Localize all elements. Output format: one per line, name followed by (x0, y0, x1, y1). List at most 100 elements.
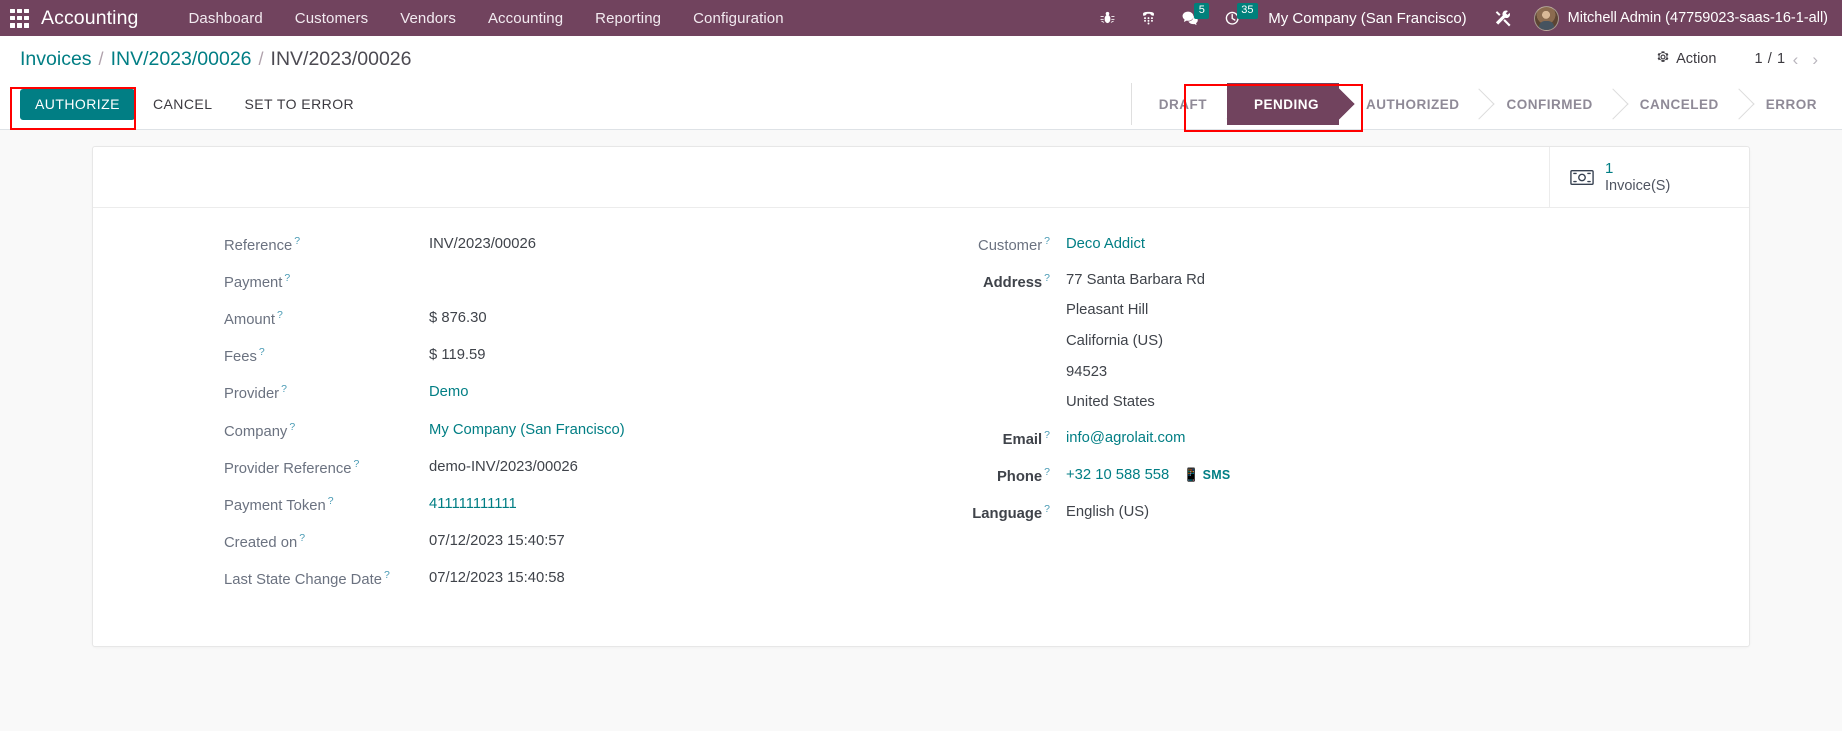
stage-authorized[interactable]: Authorized (1339, 83, 1480, 125)
help-icon[interactable]: ? (328, 495, 334, 507)
stage-canceled[interactable]: Canceled (1613, 83, 1739, 125)
stage-pending[interactable]: Pending (1215, 83, 1339, 125)
action-button-label: Action (1676, 51, 1717, 67)
apps-grid-icon[interactable] (10, 8, 29, 28)
field-label-email: Email? (1002, 428, 1050, 448)
field-label-language: Language? (972, 502, 1050, 522)
company-switcher[interactable]: My Company (San Francisco) (1254, 10, 1480, 27)
control-panel-right: Action 1 / 1 ‹ › (1646, 46, 1825, 72)
form-fields-grid: Reference? INV/2023/00026 Payment? Amoun… (93, 208, 1749, 647)
mobile-phone-icon: 📱 (1183, 466, 1200, 482)
menu-item-customers[interactable]: Customers (279, 4, 384, 33)
breadcrumb-separator: / (258, 48, 264, 69)
field-value-company[interactable]: My Company (San Francisco) (429, 420, 881, 440)
menu-item-vendors[interactable]: Vendors (384, 4, 472, 33)
field-label-payment-token: Payment Token? (224, 494, 334, 514)
field-created-on: Created on? 07/12/2023 15:40:57 (224, 531, 881, 553)
address-state: California (US) (1066, 333, 1164, 350)
field-value-address: 77 Santa Barbara Rd Pleasant Hill Califo… (1066, 271, 1709, 413)
field-payment: Payment? (224, 271, 881, 293)
form-view-background: 1 Invoice(S) Reference? INV/2023/00026 P… (0, 130, 1842, 731)
help-icon[interactable]: ? (384, 569, 390, 581)
help-icon[interactable]: ? (294, 235, 300, 247)
action-button[interactable]: Action (1646, 46, 1726, 72)
menu-item-dashboard[interactable]: Dashboard (172, 4, 278, 33)
field-value-provider[interactable]: Demo (429, 382, 881, 402)
app-brand-accounting[interactable]: Accounting (41, 7, 138, 30)
field-value-payment[interactable] (429, 271, 881, 289)
field-label-created-on: Created on? (224, 532, 306, 551)
send-sms-link[interactable]: 📱 SMS (1183, 467, 1230, 483)
messages-icon[interactable]: 5 (1169, 0, 1212, 36)
field-label-last-state-change-date: Last State Change Date? (224, 569, 390, 589)
clock-activities-icon[interactable]: 35 (1212, 0, 1258, 36)
field-value-phone-wrapper: +32 10 588 558 📱 SMS (1066, 465, 1709, 485)
field-provider-reference: Provider Reference? demo-INV/2023/00026 (224, 457, 881, 479)
address-zip: 94523 (1066, 363, 1108, 380)
user-menu[interactable]: Mitchell Admin (47759023-saas-16-1-all) (1526, 5, 1828, 31)
field-value-customer[interactable]: Deco Addict (1066, 234, 1709, 254)
pager: 1 / 1 ‹ › (1754, 51, 1825, 68)
form-column-left: Reference? INV/2023/00026 Payment? Amoun… (93, 234, 921, 607)
field-payment-token: Payment Token? 411111111111 (224, 494, 881, 516)
menu-item-configuration[interactable]: Configuration (677, 4, 800, 33)
field-value-email[interactable]: info@agrolait.com (1066, 428, 1709, 448)
field-label-company: Company? (224, 420, 296, 440)
field-value-amount: $ 876.30 (429, 310, 487, 327)
field-value-reference: INV/2023/00026 (429, 235, 536, 252)
field-label-phone: Phone? (996, 465, 1050, 485)
bug-icon[interactable] (1087, 0, 1128, 36)
field-email: Email? info@agrolait.com (953, 428, 1709, 450)
field-value-last-state-change-date: 07/12/2023 15:40:58 (429, 570, 565, 587)
help-icon[interactable]: ? (1044, 272, 1050, 284)
field-label-payment: Payment? (224, 271, 291, 291)
chevron-right-icon[interactable]: › (1805, 51, 1825, 68)
help-icon[interactable]: ? (1044, 503, 1050, 515)
authorize-button[interactable]: Authorize (20, 89, 135, 120)
help-icon[interactable]: ? (353, 458, 359, 470)
help-icon[interactable]: ? (1044, 429, 1050, 441)
stage-confirmed[interactable]: Confirmed (1479, 83, 1612, 125)
field-value-payment-token[interactable]: 411111111111 (429, 494, 881, 514)
field-value-language: English (US) (1066, 503, 1150, 520)
chevron-left-icon[interactable]: ‹ (1786, 51, 1806, 68)
wrench-screwdriver-icon[interactable] (1481, 0, 1526, 36)
messages-badge: 5 (1194, 3, 1210, 19)
breadcrumb-item-invoices[interactable]: Invoices (20, 48, 92, 71)
menu-item-reporting[interactable]: Reporting (579, 4, 677, 33)
stat-button-text: 1 Invoice(S) (1605, 160, 1670, 195)
field-last-state-change-date: Last State Change Date? 07/12/2023 15:40… (224, 568, 881, 590)
statusbar-row: Authorize Cancel Set to Error Draft Pend… (0, 83, 1842, 132)
form-action-buttons: Authorize Cancel Set to Error (20, 83, 368, 129)
field-language: Language? English (US) (953, 502, 1709, 524)
address-country: United States (1066, 394, 1155, 411)
gear-icon (1656, 50, 1670, 68)
cancel-button[interactable]: Cancel (139, 89, 227, 120)
menu-item-accounting[interactable]: Accounting (472, 4, 579, 33)
user-name-label: Mitchell Admin (47759023-saas-16-1-all) (1567, 10, 1828, 26)
field-value-created-on: 07/12/2023 15:40:57 (429, 533, 565, 550)
field-value-phone[interactable]: +32 10 588 558 (1066, 465, 1169, 485)
money-bill-icon (1570, 169, 1594, 186)
help-icon[interactable]: ? (299, 532, 305, 544)
set-to-error-button[interactable]: Set to Error (230, 89, 368, 120)
address-city: Pleasant Hill (1066, 302, 1149, 319)
field-customer: Customer? Deco Addict (953, 234, 1709, 256)
field-label-reference: Reference? (224, 234, 301, 254)
help-icon[interactable]: ? (1044, 466, 1050, 478)
stage-draft[interactable]: Draft (1132, 83, 1227, 125)
stat-button-box: 1 Invoice(S) (93, 147, 1749, 208)
help-icon[interactable]: ? (277, 309, 283, 321)
pager-value: 1 / 1 (1754, 51, 1786, 67)
help-icon[interactable]: ? (281, 383, 287, 395)
breadcrumb-separator: / (98, 48, 104, 69)
invoice-count-value: 1 (1605, 160, 1614, 177)
invoices-stat-button[interactable]: 1 Invoice(S) (1549, 147, 1749, 207)
help-icon[interactable]: ? (259, 346, 265, 358)
help-icon[interactable]: ? (1044, 235, 1050, 247)
breadcrumb-item-invoice[interactable]: INV/2023/00026 (111, 48, 252, 71)
breadcrumb: Invoices / INV/2023/00026 / INV/2023/000… (20, 48, 411, 71)
phone-dialpad-icon[interactable] (1128, 0, 1169, 36)
help-icon[interactable]: ? (284, 272, 290, 284)
help-icon[interactable]: ? (289, 421, 295, 433)
